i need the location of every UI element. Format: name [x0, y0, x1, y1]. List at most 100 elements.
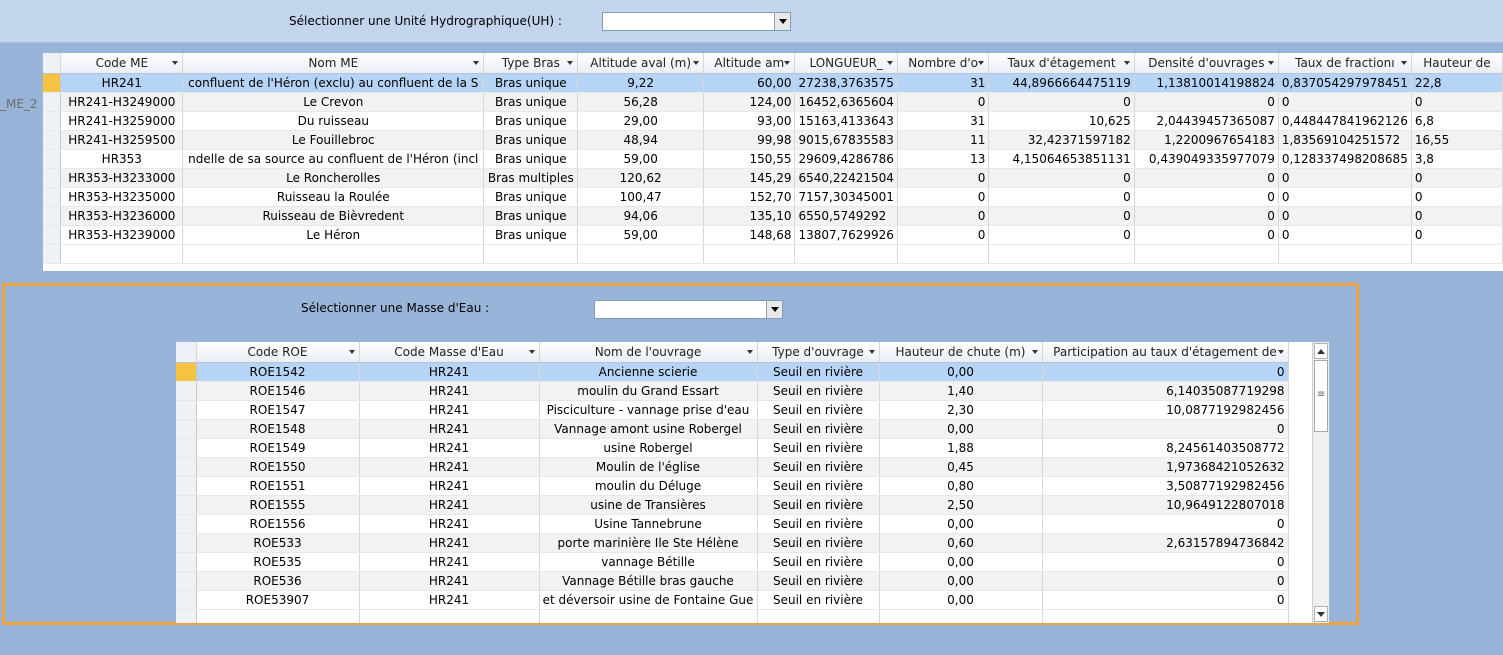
chevron-down-icon[interactable] [774, 13, 790, 30]
select-all-corner[interactable] [176, 342, 197, 363]
table-cell[interactable]: 152,70 [703, 187, 796, 207]
sort-arrow-icon[interactable] [1400, 61, 1407, 65]
table-cell[interactable]: 3,8 [1411, 149, 1503, 169]
table-cell[interactable]: 1,83569104251572 [1278, 130, 1412, 150]
table-cell[interactable] [1134, 244, 1279, 264]
table-row[interactable]: ROE535 HR241 vannage Bétille Seuil en riviè… [176, 552, 1289, 572]
table-cell[interactable]: usine de Transières [539, 495, 758, 515]
table-cell[interactable]: 2,04439457365087 [1134, 111, 1279, 131]
table-row[interactable]: ROE533 HR241 porte marinière Ile Ste Hélèn… [176, 533, 1289, 553]
table-row[interactable]: HR353-H3239000 Le Héron Bras unique 59,00 14… [43, 225, 1503, 245]
table-cell[interactable]: 10,9649122807018 [1042, 495, 1289, 515]
table-cell[interactable]: 0 [1134, 168, 1279, 188]
table-cell[interactable]: ROE533 [196, 533, 360, 553]
table-cell[interactable]: 16,55 [1411, 130, 1503, 150]
sort-arrow-icon[interactable] [746, 350, 753, 354]
table-cell[interactable]: ndelle de sa source au confluent de l'Hé… [182, 149, 485, 169]
table-cell[interactable]: 0,00 [879, 419, 1043, 439]
sort-arrow-icon[interactable] [978, 61, 985, 65]
table-cell[interactable]: 7157,30345001 [794, 187, 898, 207]
table-cell[interactable]: 93,00 [703, 111, 796, 131]
table-cell[interactable]: ROE1555 [196, 495, 360, 515]
record-selector[interactable] [43, 168, 62, 188]
table-cell[interactable]: ROE536 [196, 571, 360, 591]
table-cell[interactable]: HR241 [359, 552, 540, 572]
table-cell[interactable]: Bras unique [483, 130, 579, 150]
table-cell[interactable] [988, 244, 1135, 264]
column-header-participation[interactable]: Participation au taux d'étagement de [1042, 342, 1289, 363]
table-row[interactable]: ROE1542 HR241 Ancienne scierie Seuil en riv… [176, 362, 1289, 382]
table-cell[interactable]: 0,00 [879, 514, 1043, 534]
record-selector[interactable] [176, 400, 197, 420]
table-cell[interactable]: HR353 [60, 149, 184, 169]
table-cell[interactable] [483, 244, 579, 264]
table-cell[interactable]: Pisciculture - vannage prise d'eau [539, 400, 758, 420]
table-cell[interactable]: 0 [988, 206, 1135, 226]
table-cell[interactable]: vannage Bétille [539, 552, 758, 572]
table-cell[interactable]: 0 [1134, 187, 1279, 207]
chevron-down-icon[interactable] [766, 301, 782, 318]
table-cell[interactable]: 0 [988, 168, 1135, 188]
column-header-longueur[interactable]: LONGUEUR_ [794, 53, 898, 74]
table-cell[interactable]: 10,0877192982456 [1042, 400, 1289, 420]
table-cell[interactable] [1042, 609, 1289, 623]
table-row[interactable]: ROE53907 HR241 et déversoir usine de Fonta… [176, 590, 1289, 610]
table-cell[interactable]: ROE1556 [196, 514, 360, 534]
table-cell[interactable]: 0 [1411, 168, 1503, 188]
table-cell[interactable]: usine Robergel [539, 438, 758, 458]
table-row[interactable]: ROE1546 HR241 moulin du Grand Essart Seuil … [176, 381, 1289, 401]
record-selector[interactable] [176, 590, 197, 610]
table-cell[interactable]: 145,29 [703, 168, 796, 188]
table-cell[interactable]: 13807,7629926 [794, 225, 898, 245]
table-cell[interactable]: Vannage Bétille bras gauche [539, 571, 758, 591]
table-cell[interactable]: HR353-H3236000 [60, 206, 184, 226]
table-cell[interactable]: Seuil en rivière [757, 552, 880, 572]
column-header-altitude-amont[interactable]: Altitude am [703, 53, 796, 74]
table-cell[interactable]: ROE1546 [196, 381, 360, 401]
table-cell[interactable]: 11 [897, 130, 990, 150]
table-cell[interactable]: Seuil en rivière [757, 533, 880, 553]
table-cell[interactable]: 1,13810014198824 [1134, 73, 1279, 93]
table-cell[interactable]: 0 [897, 225, 990, 245]
table-cell[interactable]: HR241 [359, 476, 540, 496]
table-row[interactable]: ROE1555 HR241 usine de Transières Seuil en … [176, 495, 1289, 515]
column-header-taux-fractionnement[interactable]: Taux de fractionı [1278, 53, 1412, 74]
table-cell[interactable]: Ancienne scierie [539, 362, 758, 382]
column-header-code-masse-eau[interactable]: Code Masse d'Eau [359, 342, 540, 363]
record-selector[interactable] [176, 362, 197, 382]
table-cell[interactable]: 0 [1278, 225, 1412, 245]
record-selector[interactable] [176, 571, 197, 591]
table-cell[interactable]: 60,00 [703, 73, 796, 93]
table-cell[interactable]: 0,837054297978451 [1278, 73, 1412, 93]
table-cell[interactable]: 48,94 [577, 130, 705, 150]
table-cell[interactable]: HR353-H3235000 [60, 187, 184, 207]
table-cell[interactable]: ROE53907 [196, 590, 360, 610]
table-cell[interactable]: 0 [1134, 92, 1279, 112]
record-selector[interactable] [43, 244, 62, 264]
table-cell[interactable]: Bras unique [483, 73, 579, 93]
table-cell[interactable]: 0,00 [879, 571, 1043, 591]
table-cell[interactable]: 0 [1278, 187, 1412, 207]
uh-combobox[interactable] [602, 12, 791, 31]
sort-arrow-icon[interactable] [348, 350, 355, 354]
table-cell[interactable]: Bras unique [483, 206, 579, 226]
table-cell[interactable]: moulin du Déluge [539, 476, 758, 496]
table-cell[interactable]: HR241 [359, 438, 540, 458]
record-selector[interactable] [176, 476, 197, 496]
table-cell[interactable]: 9015,67835583 [794, 130, 898, 150]
table-cell[interactable]: HR241-H3259500 [60, 130, 184, 150]
table-cell[interactable]: Seuil en rivière [757, 400, 880, 420]
record-selector[interactable] [176, 381, 197, 401]
table-cell[interactable] [794, 244, 898, 264]
table-row[interactable]: HR353-H3233000 Le Roncherolles Bras multip… [43, 168, 1503, 188]
table-cell[interactable]: 56,28 [577, 92, 705, 112]
sort-arrow-icon[interactable] [528, 350, 535, 354]
column-header-type-ouvrage[interactable]: Type d'ouvrage [757, 342, 880, 363]
table-cell[interactable]: 4,15064653851131 [988, 149, 1135, 169]
table-cell[interactable]: 32,42371597182 [988, 130, 1135, 150]
table-cell[interactable]: ROE1549 [196, 438, 360, 458]
table-cell[interactable]: HR241 [60, 73, 184, 93]
table-row[interactable]: HR353-H3235000 Ruisseau la Roulée Bras uni… [43, 187, 1503, 207]
table-cell[interactable]: 0,60 [879, 533, 1043, 553]
table-cell[interactable]: 0 [1278, 92, 1412, 112]
